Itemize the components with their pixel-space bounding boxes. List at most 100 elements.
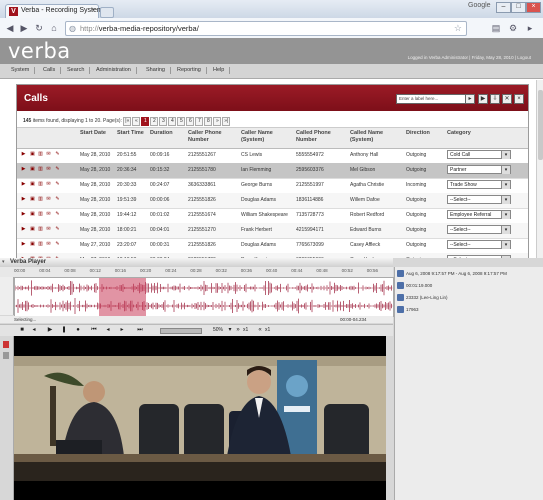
download-icon[interactable]: ▣ — [30, 212, 35, 217]
speed-value-1[interactable]: x1 — [243, 327, 248, 333]
table-row[interactable]: ▶ ▣ ▥ ✉ ✎ May 28, 2010 20:36:34 00:15:32 2125551… — [17, 163, 528, 179]
trash-icon[interactable]: ▥ — [38, 152, 43, 157]
edit-icon[interactable]: ✎ — [55, 182, 60, 187]
bookmark-star-icon[interactable]: ☆ — [454, 23, 462, 34]
new-tab-button[interactable] — [100, 7, 114, 18]
col-caller-name[interactable]: Caller Name (System) — [241, 130, 293, 143]
page-3[interactable]: 3 — [159, 117, 168, 126]
category-select[interactable]: --Select-- ▾ — [447, 225, 511, 234]
play-icon[interactable]: ▶ — [21, 197, 26, 202]
table-row[interactable]: ▶ ▣ ▥ ✉ ✎ May 27, 2010 23:20:07 00:00:31 2125551… — [17, 238, 528, 254]
trash-icon[interactable]: ▥ — [38, 242, 43, 247]
menu-administration[interactable]: Administration — [91, 67, 137, 74]
menu-sharing[interactable]: Sharing — [141, 67, 171, 74]
waveform[interactable] — [14, 277, 394, 317]
download-icon[interactable]: ▣ — [30, 152, 35, 157]
reload-icon[interactable]: ↻ — [33, 22, 45, 34]
label-input[interactable]: Enter a label here... — [396, 94, 466, 104]
export-icon[interactable]: ⇩ — [490, 94, 500, 104]
pause-icon[interactable]: ❚ — [60, 326, 68, 334]
close-tab-icon[interactable]: × — [91, 7, 95, 14]
page-7[interactable]: 7 — [195, 117, 204, 126]
prev-page-icon[interactable]: « — [132, 117, 141, 126]
page-1[interactable]: 1 — [141, 117, 150, 126]
play-icon[interactable]: ▸ — [524, 22, 536, 34]
menu-help[interactable]: Help — [208, 67, 231, 74]
table-row[interactable]: ▶ ▣ ▥ ✉ ✎ May 28, 2010 19:51:39 00:00:06 2125551… — [17, 193, 528, 209]
category-select[interactable]: Trade Show ▾ — [447, 180, 511, 189]
page-6[interactable]: 6 — [186, 117, 195, 126]
col-category[interactable]: Category — [447, 130, 497, 137]
col-duration[interactable]: Duration — [150, 130, 184, 137]
edit-icon[interactable]: ✎ — [55, 197, 60, 202]
label-go-icon[interactable]: ▸ — [465, 94, 475, 104]
rewind-icon[interactable]: ◂ — [30, 326, 38, 334]
menu-search[interactable]: Search — [62, 67, 91, 74]
page-menu-icon[interactable]: ▤ — [490, 22, 502, 34]
mail-icon[interactable]: ✉ — [46, 242, 51, 247]
collapse-icon[interactable]: ▾ — [2, 259, 5, 265]
download-icon[interactable]: ▣ — [30, 227, 35, 232]
video-frame[interactable] — [14, 336, 386, 500]
table-row[interactable]: ▶ ▣ ▥ ✉ ✎ May 28, 2010 18:00:21 00:04:01 2125551… — [17, 223, 528, 239]
volume-slider[interactable] — [160, 328, 202, 334]
category-select[interactable]: --Select-- ▾ — [447, 240, 511, 249]
col-called-name[interactable]: Called Name (System) — [350, 130, 404, 143]
speed-down-icon[interactable]: « — [256, 326, 264, 334]
col-caller-phone[interactable]: Caller Phone Number — [188, 130, 238, 143]
tools-wrench-icon[interactable]: ⚙ — [507, 22, 519, 34]
mail-icon[interactable]: ✉ — [46, 182, 51, 187]
edit-icon[interactable]: ✎ — [55, 212, 60, 217]
delete-icon[interactable]: ✕ — [502, 94, 512, 104]
download-icon[interactable]: ▣ — [30, 167, 35, 172]
video-scrollbar[interactable] — [386, 336, 393, 500]
browser-tab[interactable]: V Verba - Recording System × — [5, 4, 103, 19]
category-select[interactable]: --Select-- ▾ — [447, 195, 511, 204]
home-icon[interactable]: ⌂ — [48, 22, 60, 34]
last-page-icon[interactable]: »| — [222, 117, 231, 126]
skip-forward-icon[interactable]: ⏭ — [136, 326, 144, 334]
col-direction[interactable]: Direction — [406, 130, 442, 137]
category-select[interactable]: Partner ▾ — [447, 165, 511, 174]
trash-icon[interactable]: ▥ — [38, 227, 43, 232]
table-row[interactable]: ▶ ▣ ▥ ✉ ✎ May 28, 2010 20:30:33 00:24:07 3636333… — [17, 178, 528, 194]
trash-icon[interactable]: ▥ — [38, 197, 43, 202]
scrollbar-thumb[interactable] — [538, 90, 543, 160]
play-icon[interactable]: ▶ — [21, 182, 26, 187]
skip-back-icon[interactable]: ⏮ — [90, 326, 98, 334]
category-select[interactable]: Cold Call ▾ — [447, 150, 511, 159]
play-icon[interactable]: ▶ — [21, 167, 26, 172]
edit-icon[interactable]: ✎ — [55, 152, 60, 157]
speed-icon[interactable]: » — [234, 326, 242, 334]
table-row[interactable]: ▶ ▣ ▥ ✉ ✎ May 28, 2010 19:44:12 00:01:02 2125551… — [17, 208, 528, 224]
close-window-button[interactable]: × — [526, 2, 541, 13]
edit-icon[interactable]: ✎ — [55, 227, 60, 232]
page-2[interactable]: 2 — [150, 117, 159, 126]
col-start-date[interactable]: Start Date — [80, 130, 114, 137]
play-all-icon[interactable]: ▶ — [478, 94, 488, 104]
first-page-icon[interactable]: |« — [123, 117, 132, 126]
record-icon[interactable]: ● — [74, 326, 82, 334]
maximize-button[interactable]: □ — [511, 2, 526, 13]
download-icon[interactable]: ▣ — [30, 182, 35, 187]
url-field[interactable]: ◍ http://verba-media-repository/verba/ ☆ — [65, 21, 467, 36]
back-icon[interactable]: ◀ — [4, 22, 16, 34]
play-icon[interactable]: ▶ — [21, 212, 26, 217]
mail-icon[interactable]: ✉ — [46, 152, 51, 157]
back-icon[interactable]: ◂ — [104, 326, 112, 334]
zoom-dropdown-icon[interactable]: ▾ — [226, 326, 234, 334]
table-row[interactable]: ▶ ▣ ▥ ✉ ✎ May 28, 2010 20:51:55 00:09:16 2125551… — [17, 148, 528, 164]
play-icon[interactable]: ▶ — [21, 242, 26, 247]
play-icon[interactable]: ▶ — [21, 227, 26, 232]
play-icon[interactable]: ▶ — [46, 326, 54, 334]
edit-icon[interactable]: ✎ — [55, 242, 60, 247]
mail-icon[interactable]: ✉ — [46, 212, 51, 217]
edit-icon[interactable]: ✎ — [55, 167, 60, 172]
page-scrollbar[interactable] — [536, 80, 543, 260]
forward-icon[interactable]: ▸ — [118, 326, 126, 334]
speed-value-2[interactable]: x1 — [265, 327, 270, 333]
menu-reporting[interactable]: Reporting — [172, 67, 207, 74]
col-start-time[interactable]: Start Time — [117, 130, 147, 137]
menu-calls[interactable]: Calls — [38, 67, 62, 74]
note-icon[interactable] — [3, 352, 9, 359]
